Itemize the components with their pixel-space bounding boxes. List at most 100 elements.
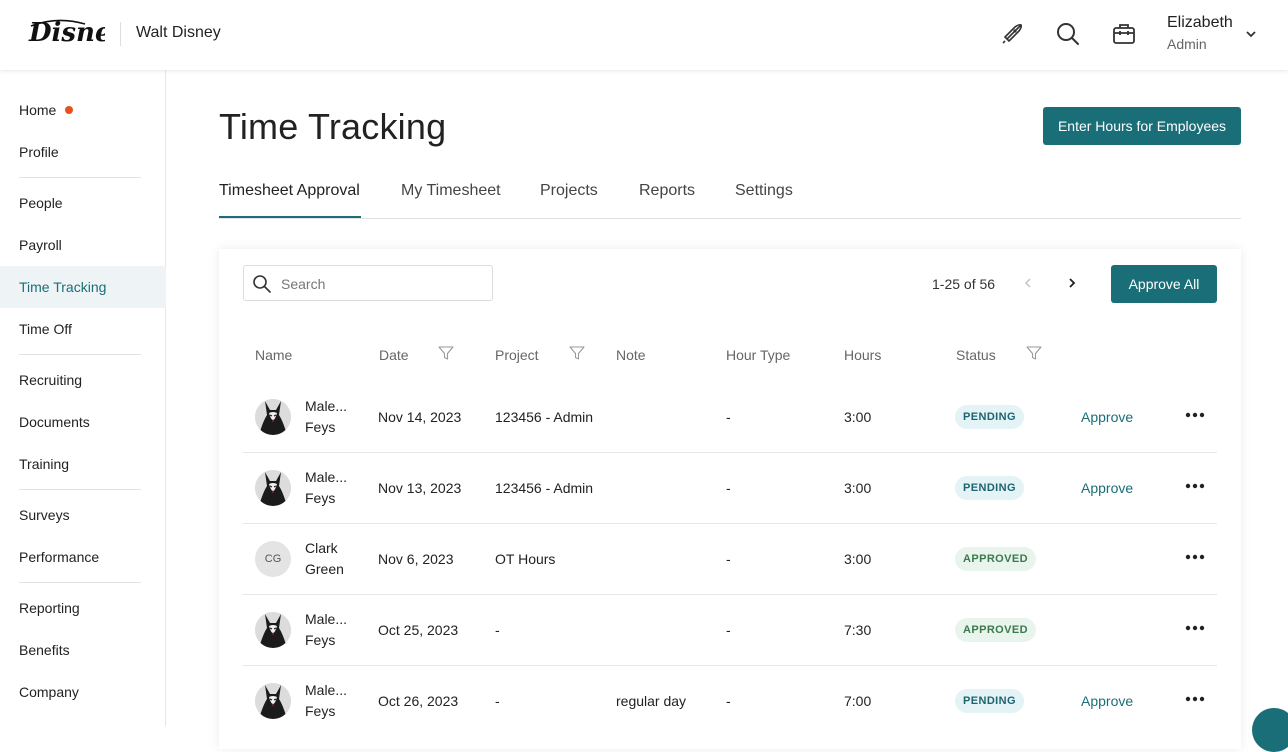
sidebar-item-recruiting[interactable]: Recruiting [0, 359, 166, 401]
approve-link[interactable]: Approve [1081, 693, 1133, 709]
sidebar-item-label: People [19, 195, 63, 211]
briefcase-icon[interactable] [1110, 20, 1138, 48]
hour-type-cell: - [726, 480, 731, 496]
maleficent-avatar-icon [255, 470, 291, 506]
status-badge: APPROVED [955, 618, 1036, 642]
filter-icon[interactable] [569, 345, 585, 361]
project-cell: - [495, 693, 500, 709]
search-input[interactable] [281, 274, 481, 294]
hour-type-cell: - [726, 551, 731, 567]
chevron-left-icon[interactable] [1020, 275, 1036, 291]
sidebar-item-label: Reporting [19, 600, 80, 616]
search-icon[interactable] [1054, 20, 1082, 48]
status-badge: PENDING [955, 405, 1024, 429]
column-header-project[interactable]: Project [495, 347, 539, 363]
sidebar-item-surveys[interactable]: Surveys [0, 494, 166, 536]
tab-settings[interactable]: Settings [735, 182, 793, 200]
sidebar-item-label: Training [19, 456, 70, 472]
table-row[interactable]: CG Clark Green Nov 6, 2023 OT Hours - 3:… [243, 524, 1217, 595]
employee-last-name[interactable]: Green [305, 561, 344, 577]
column-header-hour-type[interactable]: Hour Type [726, 347, 790, 363]
company-name: Walt Disney [136, 24, 221, 41]
avatar [255, 683, 291, 719]
project-cell: - [495, 622, 500, 638]
sidebar-item-payroll[interactable]: Payroll [0, 224, 166, 266]
more-options-icon[interactable] [1185, 479, 1205, 493]
sidebar-divider [19, 582, 141, 583]
column-header-hours[interactable]: Hours [844, 347, 881, 363]
sidebar-item-time-tracking[interactable]: Time Tracking [0, 266, 166, 308]
enter-hours-button[interactable]: Enter Hours for Employees [1043, 107, 1241, 145]
sidebar-item-label: Documents [19, 414, 90, 430]
approve-link[interactable]: Approve [1081, 480, 1133, 496]
employee-first-name[interactable]: Clark [305, 540, 338, 556]
sidebar-item-reporting[interactable]: Reporting [0, 587, 166, 629]
approve-all-button[interactable]: Approve All [1111, 265, 1217, 303]
employee-first-name[interactable]: Male... [305, 398, 347, 414]
filter-icon[interactable] [438, 345, 454, 361]
employee-last-name[interactable]: Feys [305, 632, 335, 648]
page-title: Time Tracking [219, 106, 447, 147]
approve-link[interactable]: Approve [1081, 409, 1133, 425]
employee-first-name[interactable]: Male... [305, 611, 347, 627]
sidebar-item-profile[interactable]: Profile [0, 131, 166, 173]
sidebar-divider [19, 177, 141, 178]
header-divider [120, 22, 121, 46]
column-header-note[interactable]: Note [616, 347, 646, 363]
column-header-name[interactable]: Name [255, 347, 292, 363]
tab-reports[interactable]: Reports [639, 182, 695, 200]
rocket-icon[interactable] [998, 20, 1026, 48]
sidebar-item-label: Performance [19, 549, 100, 565]
help-button[interactable] [1252, 708, 1288, 752]
sidebar-item-benefits[interactable]: Benefits [0, 629, 166, 671]
search-icon [253, 275, 271, 293]
tab-timesheet-approval[interactable]: Timesheet Approval [219, 182, 360, 200]
chevron-right-icon[interactable] [1064, 275, 1080, 291]
sidebar-item-training[interactable]: Training [0, 443, 166, 485]
sidebar-item-people[interactable]: People [0, 182, 166, 224]
search-box[interactable] [243, 265, 493, 301]
notification-dot [65, 106, 74, 114]
column-header-date[interactable]: Date [379, 347, 409, 363]
table-row[interactable]: Male... Feys Nov 14, 2023 123456 - Admin… [243, 382, 1217, 453]
tab-projects[interactable]: Projects [540, 182, 598, 200]
sidebar-item-company[interactable]: Company [0, 671, 166, 713]
date-cell: Nov 6, 2023 [378, 551, 454, 567]
sidebar-item-home[interactable]: Home [0, 89, 166, 131]
sidebar-item-documents[interactable]: Documents [0, 401, 166, 443]
more-options-icon[interactable] [1185, 550, 1205, 564]
hour-type-cell: - [726, 693, 731, 709]
more-options-icon[interactable] [1185, 408, 1205, 422]
note-cell: regular day [616, 693, 687, 709]
more-options-icon[interactable] [1185, 692, 1205, 706]
tab-bar: Timesheet Approval My Timesheet Projects… [219, 170, 1241, 219]
employee-last-name[interactable]: Feys [305, 490, 335, 506]
filter-icon[interactable] [1026, 345, 1042, 361]
more-options-icon[interactable] [1185, 621, 1205, 635]
chevron-down-icon[interactable] [1243, 26, 1259, 42]
table-row[interactable]: Male... Feys Nov 13, 2023 123456 - Admin… [243, 453, 1217, 524]
sidebar: Home Profile People Payroll Time Trackin… [0, 70, 166, 726]
avatar [255, 399, 291, 435]
employee-last-name[interactable]: Feys [305, 703, 335, 719]
avatar [255, 470, 291, 506]
employee-last-name[interactable]: Feys [305, 419, 335, 435]
employee-first-name[interactable]: Male... [305, 469, 347, 485]
employee-first-name[interactable]: Male... [305, 682, 347, 698]
hour-type-cell: - [726, 409, 731, 425]
date-cell: Nov 13, 2023 [378, 480, 462, 496]
column-header-status[interactable]: Status [956, 347, 996, 363]
avatar: CG [255, 541, 291, 577]
sidebar-item-performance[interactable]: Performance [0, 536, 166, 578]
sidebar-item-label: Profile [19, 144, 59, 160]
user-name[interactable]: Elizabeth [1167, 14, 1233, 32]
table-row[interactable]: Male... Feys Oct 25, 2023 - - 7:30 APPRO… [243, 595, 1217, 666]
table-row[interactable]: Male... Feys Oct 26, 2023 - regular day … [243, 666, 1217, 737]
project-cell: 123456 - Admin [495, 409, 594, 425]
project-cell: OT Hours [495, 551, 556, 567]
user-role: Admin [1167, 36, 1207, 52]
disney-logo[interactable]: Disney [27, 14, 105, 52]
sidebar-item-time-off[interactable]: Time Off [0, 308, 166, 350]
sidebar-item-label: Time Off [19, 321, 72, 337]
tab-my-timesheet[interactable]: My Timesheet [401, 182, 501, 200]
